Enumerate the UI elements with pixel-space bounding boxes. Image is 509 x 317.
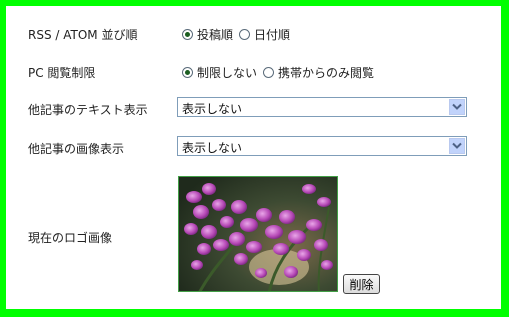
chevron-down-icon[interactable] — [449, 99, 465, 115]
radio-unselected-icon[interactable] — [263, 67, 275, 78]
pc-restriction-label: PC 閲覧制限 — [28, 66, 96, 80]
pc-restriction-radio-group: 制限しない 携帯からのみ閲覧 — [182, 64, 374, 81]
logo-image — [178, 176, 338, 292]
pc-restriction-option-mobile[interactable]: 携帯からのみ閲覧 — [263, 64, 374, 81]
rss-order-option-date[interactable]: 日付順 — [239, 26, 290, 43]
pc-restriction-option-mobile-label: 携帯からのみ閲覧 — [278, 66, 375, 80]
image-display-select-value: 表示しない — [182, 141, 243, 155]
chevron-down-icon[interactable] — [449, 138, 465, 154]
rss-order-radio-group: 投稿順 日付順 — [182, 26, 290, 43]
image-display-label: 他記事の画像表示 — [28, 142, 125, 156]
radio-selected-icon[interactable] — [182, 29, 193, 40]
rss-order-option-date-label: 日付順 — [254, 28, 291, 42]
radio-selected-icon[interactable] — [182, 67, 193, 78]
text-display-select[interactable]: 表示しない — [177, 97, 467, 117]
image-display-select[interactable]: 表示しない — [177, 136, 467, 156]
rss-order-label: RSS / ATOM 並び順 — [28, 28, 138, 42]
radio-unselected-icon[interactable] — [239, 29, 251, 40]
pc-restriction-option-none[interactable]: 制限しない — [182, 64, 257, 81]
rss-order-option-post[interactable]: 投稿順 — [182, 26, 233, 43]
delete-logo-button[interactable]: 削除 — [343, 274, 380, 294]
text-display-label: 他記事のテキスト表示 — [28, 103, 148, 117]
settings-panel: RSS / ATOM 並び順 投稿順 日付順 PC 閲覧制限 制限しない 携帯か… — [6, 6, 501, 309]
pc-restriction-option-none-label: 制限しない — [197, 66, 258, 80]
rss-order-option-post-label: 投稿順 — [197, 28, 234, 42]
text-display-select-value: 表示しない — [182, 102, 243, 116]
current-logo-label: 現在のロゴ画像 — [28, 231, 113, 245]
